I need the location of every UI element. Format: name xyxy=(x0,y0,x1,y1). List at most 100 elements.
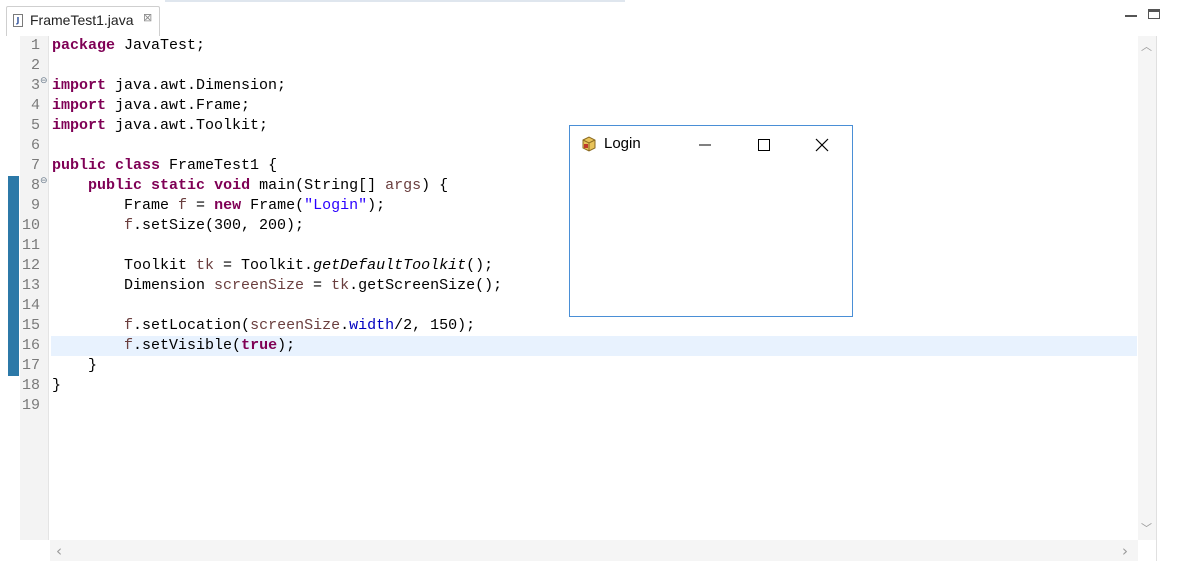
code-line[interactable]: 16 f.setVisible(true); xyxy=(0,336,1138,356)
fold-toggle-icon[interactable]: ⊖ xyxy=(40,176,49,186)
code-token: java.awt.Toolkit; xyxy=(106,117,269,134)
scroll-left-icon[interactable]: ‹ xyxy=(56,542,62,560)
line-number: 10 xyxy=(21,217,40,234)
code-token: java.awt.Frame; xyxy=(106,97,251,114)
code-token: main(String[] xyxy=(250,177,386,194)
code-token: package xyxy=(52,37,116,54)
line-number: 2 xyxy=(30,57,40,74)
code-token: } xyxy=(52,377,62,394)
code-line[interactable]: 1 package JavaTest; xyxy=(0,36,1138,56)
line-number: 15 xyxy=(21,317,40,334)
line-number: 7 xyxy=(30,157,40,174)
line-number: 19 xyxy=(21,397,40,414)
code-text: public class FrameTest1 { xyxy=(52,156,277,176)
code-token: Dimension xyxy=(52,277,215,294)
code-line[interactable]: 17 } xyxy=(0,356,1138,376)
line-number: 16 xyxy=(21,337,40,354)
code-text: import java.awt.Frame; xyxy=(52,96,250,116)
code-text: f.setVisible(true); xyxy=(52,336,295,356)
code-text: import java.awt.Toolkit; xyxy=(52,116,268,136)
line-number: 9 xyxy=(30,197,40,214)
code-token: Frame( xyxy=(241,197,305,214)
code-line[interactable]: 4 import java.awt.Frame; xyxy=(0,96,1138,116)
code-token: ); xyxy=(277,337,296,354)
code-text: Toolkit tk = Toolkit.getDefaultToolkit()… xyxy=(52,256,493,276)
code-token: FrameTest1 { xyxy=(160,157,278,174)
scroll-right-icon[interactable]: › xyxy=(1122,542,1128,560)
code-token: java.awt.Dimension; xyxy=(106,77,287,94)
java-app-icon xyxy=(582,136,596,152)
scroll-down-icon[interactable]: ﹀ xyxy=(1141,520,1152,536)
code-line[interactable]: 18} xyxy=(0,376,1138,396)
tab-frametest1-java[interactable]: J FrameTest1.java ⊠ xyxy=(6,6,160,36)
code-line[interactable]: 19 xyxy=(0,396,1138,416)
code-token: public xyxy=(88,177,143,194)
tab-close-icon[interactable]: ⊠ xyxy=(143,12,155,24)
code-text: Frame f = new Frame("Login"); xyxy=(52,196,385,216)
scroll-up-icon[interactable]: ︿ xyxy=(1141,38,1152,54)
code-token: public xyxy=(52,157,107,174)
line-number: 12 xyxy=(21,257,40,274)
code-token: (); xyxy=(466,257,494,274)
code-token: = xyxy=(187,197,215,214)
code-text: Dimension screenSize = tk.getScreenSize(… xyxy=(52,276,502,296)
code-text: package JavaTest; xyxy=(52,36,205,56)
code-token: ); xyxy=(367,197,386,214)
close-icon[interactable] xyxy=(799,130,845,160)
line-number: 5 xyxy=(30,117,40,134)
code-token: getDefaultToolkit xyxy=(313,257,467,274)
code-token: import xyxy=(52,77,107,94)
code-text: import java.awt.Dimension; xyxy=(52,76,286,96)
code-token: ) { xyxy=(421,177,449,194)
code-text: } xyxy=(52,356,97,376)
code-token: tk xyxy=(196,257,215,274)
code-line[interactable]: 15 f.setLocation(screenSize.width/2, 150… xyxy=(0,316,1138,336)
editor-tab-bar: J FrameTest1.java ⊠ xyxy=(0,0,1178,37)
code-token: new xyxy=(214,197,242,214)
java-file-icon: J xyxy=(13,14,23,27)
code-token: = xyxy=(304,277,332,294)
horizontal-scrollbar[interactable]: ‹ › xyxy=(50,540,1138,561)
code-token: "Login" xyxy=(304,197,368,214)
line-number: 18 xyxy=(21,377,40,394)
minimize-icon[interactable] xyxy=(682,130,728,160)
line-number: 1 xyxy=(30,37,40,54)
minimize-view-icon[interactable] xyxy=(1125,9,1137,17)
code-token: screenSize xyxy=(250,317,341,334)
code-token: f xyxy=(178,197,188,214)
code-token: screenSize xyxy=(214,277,305,294)
code-token: = Toolkit. xyxy=(214,257,314,274)
login-frame-window[interactable]: Login xyxy=(569,125,853,317)
code-token: args xyxy=(385,177,422,194)
tab-bar-highlight xyxy=(165,0,625,2)
line-number: 4 xyxy=(30,97,40,114)
code-token: .getScreenSize(); xyxy=(349,277,503,294)
fold-toggle-icon[interactable]: ⊖ xyxy=(40,76,49,86)
maximize-icon[interactable] xyxy=(741,130,787,160)
code-line[interactable]: 2 xyxy=(0,56,1138,76)
code-token: .setVisible( xyxy=(133,337,242,354)
code-token: static xyxy=(151,177,206,194)
code-token: class xyxy=(115,157,161,174)
code-token: JavaTest; xyxy=(115,37,206,54)
code-text: f.setSize(300, 200); xyxy=(52,216,304,236)
maximize-view-icon[interactable] xyxy=(1148,9,1160,19)
vertical-scrollbar[interactable]: ︿ ﹀ xyxy=(1138,36,1156,540)
code-text: f.setLocation(screenSize.width/2, 150); xyxy=(52,316,475,336)
line-number: 13 xyxy=(21,277,40,294)
line-number: 14 xyxy=(21,297,40,314)
code-token: void xyxy=(214,177,251,194)
code-token: Frame xyxy=(52,197,179,214)
code-token: width xyxy=(349,317,395,334)
code-token: import xyxy=(52,97,107,114)
code-text: } xyxy=(52,376,61,396)
code-token: .setLocation( xyxy=(133,317,251,334)
code-token: f xyxy=(124,337,134,354)
code-line[interactable]: 3 ⊖ import java.awt.Dimension; xyxy=(0,76,1138,96)
